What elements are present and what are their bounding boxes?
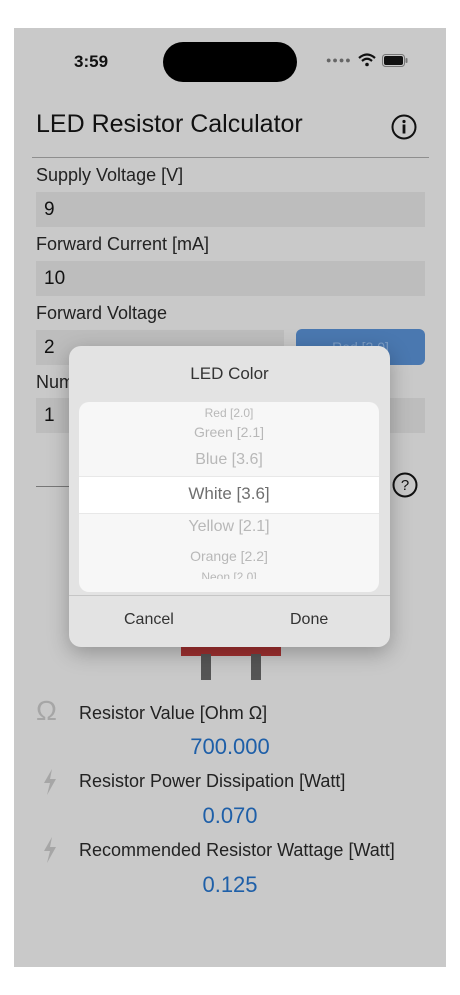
forward-voltage-label: Forward Voltage <box>36 303 168 323</box>
battery-icon <box>381 53 408 67</box>
cancel-button[interactable]: Cancel <box>124 611 174 629</box>
help-icon[interactable]: ? <box>392 472 418 498</box>
dialog-separator <box>69 595 390 596</box>
page-title: LED Resistor Calculator <box>36 110 303 138</box>
phone-screen: 3:59 ●●●● LED Resistor Calculator Supply… <box>14 28 446 967</box>
dialog-title: LED Color <box>190 364 269 383</box>
supply-voltage-field[interactable]: 9 <box>36 192 425 227</box>
resistor-value: 700.000 <box>190 734 270 759</box>
picker-option[interactable]: Blue [3.6] <box>79 451 379 469</box>
signal-icon: ●●●● <box>326 55 352 65</box>
power-dissipation-value: 0.070 <box>202 803 258 828</box>
dynamic-island <box>163 42 297 82</box>
picker-option-selected[interactable]: White [3.6] <box>79 484 379 504</box>
forward-current-field[interactable]: 10 <box>36 261 425 296</box>
picker-option[interactable]: Green [2.1] <box>79 424 379 440</box>
supply-voltage-value: 9 <box>44 199 55 220</box>
info-icon[interactable] <box>391 114 417 140</box>
led-color-dialog: LED Color Red [2.0] Green [2.1] Blue [3.… <box>69 346 390 647</box>
picker-option[interactable]: Neon [2.0] <box>79 570 379 579</box>
recommended-wattage-label: Recommended Resistor Wattage [Watt] <box>79 840 395 860</box>
forward-current-value: 10 <box>44 268 66 289</box>
header-divider <box>32 157 429 158</box>
resistor-value-label: Resistor Value [Ohm Ω] <box>79 703 268 723</box>
wifi-icon <box>358 53 376 67</box>
svg-text:?: ? <box>401 477 409 494</box>
forward-current-label: Forward Current [mA] <box>36 234 210 254</box>
supply-voltage-label: Supply Voltage [V] <box>36 165 184 185</box>
picker-option[interactable]: Red [2.0] <box>79 406 379 420</box>
resistor-diagram <box>181 644 281 680</box>
done-button[interactable]: Done <box>290 611 328 629</box>
num-leds-value: 1 <box>44 405 55 426</box>
led-color-picker[interactable]: Red [2.0] Green [2.1] Blue [3.6] White [… <box>79 402 379 592</box>
ohm-icon: Ω <box>36 695 57 726</box>
picker-option[interactable]: Orange [2.2] <box>79 548 379 564</box>
picker-option[interactable]: Yellow [2.1] <box>79 518 379 536</box>
lightning-icon <box>44 837 56 863</box>
lightning-icon <box>44 769 56 795</box>
forward-voltage-value: 2 <box>44 337 55 358</box>
power-dissipation-label: Resistor Power Dissipation [Watt] <box>79 771 346 791</box>
recommended-wattage-value: 0.125 <box>202 872 258 897</box>
status-icons: ●●●● <box>326 52 409 68</box>
status-time: 3:59 <box>74 52 109 71</box>
